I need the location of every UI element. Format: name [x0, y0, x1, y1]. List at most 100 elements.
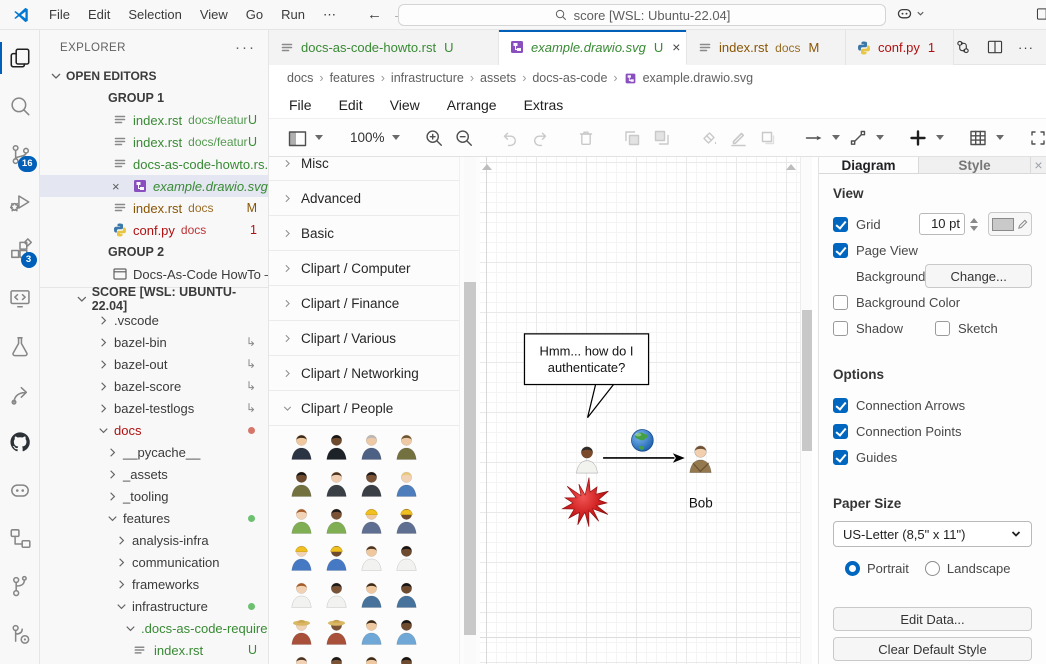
nurse-man-dark-shape[interactable]	[389, 617, 424, 645]
activity-live-share[interactable]	[0, 370, 40, 418]
businessman-olive-dark-shape[interactable]	[284, 469, 319, 497]
tab-docs-as-code-howto[interactable]: docs-as-code-howto.rst U	[269, 30, 499, 65]
palette-section-advanced[interactable]: Advanced	[269, 181, 459, 216]
businessman-suit-dark-shape[interactable]	[319, 432, 354, 460]
open-editor-item[interactable]: Docs-As-Code HowTo — Sc...	[40, 263, 268, 285]
bob-label[interactable]: Bob	[689, 496, 713, 511]
businesswoman-dark-shape[interactable]	[354, 469, 389, 497]
tree-item-docs[interactable]: docs	[40, 419, 268, 441]
tree-item--tooling[interactable]: _tooling	[40, 485, 268, 507]
menu-view[interactable]: View	[191, 4, 237, 26]
waypoint-style-icon[interactable]	[848, 128, 868, 148]
tree-item-bazel-bin[interactable]: bazel-bin↳	[40, 331, 268, 353]
tree-item-features[interactable]: features	[40, 507, 268, 529]
grid-color-button[interactable]	[988, 212, 1032, 236]
woman-green-light-shape[interactable]	[284, 506, 319, 534]
drawio-menu-view[interactable]: View	[390, 97, 420, 113]
undo-icon[interactable]	[500, 128, 520, 148]
activity-run-debug[interactable]	[0, 178, 40, 226]
zoom-out-icon[interactable]	[454, 128, 474, 148]
tab-style[interactable]: Style	[919, 157, 1031, 173]
grid-size-input[interactable]: 10 pt	[919, 213, 965, 235]
insert-caret-icon[interactable]	[936, 135, 944, 140]
shadow-icon[interactable]	[758, 128, 778, 148]
nurse-woman-dark-shape[interactable]	[319, 654, 354, 664]
palette-scrollbar[interactable]	[459, 157, 480, 664]
open-editor-item[interactable]: index.rstdocs/features/i...U	[40, 131, 268, 153]
menu-file[interactable]: File	[40, 4, 79, 26]
activity-source-control[interactable]: 16	[0, 130, 40, 178]
breadcrumb-item[interactable]: features	[330, 71, 375, 85]
farmer-dark-shape[interactable]	[319, 617, 354, 645]
zoom-level[interactable]: 100%	[350, 130, 385, 145]
tree-item-bazel-score[interactable]: bazel-score↳	[40, 375, 268, 397]
tab-diagram[interactable]: Diagram	[819, 157, 919, 173]
paper-size-select[interactable]: US-Letter (8,5" x 11")	[833, 521, 1032, 547]
activity-testing[interactable]	[0, 322, 40, 370]
zoom-in-icon[interactable]	[424, 128, 444, 148]
scrubs-man-light-shape[interactable]	[354, 580, 389, 608]
connection-arrow[interactable]	[603, 453, 685, 463]
businessman-gray-hair-shape[interactable]	[354, 432, 389, 460]
diagram-canvas[interactable]: Hmm... how do I authenticate?	[480, 157, 812, 664]
fullscreen-icon[interactable]	[1028, 128, 1046, 148]
activity-github[interactable]	[0, 418, 40, 466]
breadcrumb-item[interactable]: docs	[287, 71, 313, 85]
tree-item-communication[interactable]: communication	[40, 551, 268, 573]
businessman-olive-light-shape[interactable]	[389, 432, 424, 460]
landscape-radio[interactable]	[925, 561, 940, 576]
activity-search[interactable]	[0, 82, 40, 130]
palette-section-clipart-various[interactable]: Clipart / Various	[269, 321, 459, 356]
breadcrumb-item[interactable]: example.drawio.svg	[643, 71, 753, 85]
connection-points-checkbox[interactable]	[833, 424, 848, 439]
table-caret-icon[interactable]	[996, 135, 1004, 140]
tree-item-index-rst[interactable]: index.rstU	[40, 639, 268, 661]
activity-extensions[interactable]: 3	[0, 226, 40, 274]
copilot-menu[interactable]	[895, 4, 925, 23]
page-view-checkbox[interactable]	[833, 243, 848, 258]
close-icon[interactable]: ×	[112, 179, 128, 194]
activity-drawio-hierarchy[interactable]	[0, 514, 40, 562]
background-color-checkbox[interactable]	[833, 295, 848, 310]
doctor-woman-dark-shape[interactable]	[319, 580, 354, 608]
grid-checkbox[interactable]	[833, 217, 848, 232]
suit-man-light-shape[interactable]	[354, 654, 389, 664]
open-editor-item[interactable]: docs-as-code-howto.rs...U	[40, 153, 268, 175]
globe-shape[interactable]	[632, 430, 654, 452]
open-editor-item[interactable]: index.rstdocs/features/i...U	[40, 109, 268, 131]
connection-arrow-icon[interactable]	[804, 128, 824, 148]
delete-icon[interactable]	[576, 128, 596, 148]
tree-item-frameworks[interactable]: frameworks	[40, 573, 268, 595]
palette-section-misc[interactable]: Misc	[269, 157, 459, 181]
sidebar-more-actions[interactable]: ···	[235, 39, 256, 56]
construction-woman-light-shape[interactable]	[284, 543, 319, 571]
menu-run[interactable]: Run	[272, 4, 314, 26]
starburst-shape[interactable]	[562, 478, 608, 527]
tree-item--assets[interactable]: _assets	[40, 463, 268, 485]
breadcrumb-item[interactable]: infrastructure	[391, 71, 464, 85]
doctor-man-light-shape[interactable]	[354, 543, 389, 571]
open-editor-item[interactable]: ×example.drawio.svgdoc...U	[40, 175, 268, 197]
speech-bubble[interactable]: Hmm... how do I authenticate?	[524, 334, 648, 418]
palette-section-clipart-networking[interactable]: Clipart / Networking	[269, 356, 459, 391]
activity-git-graph[interactable]	[0, 562, 40, 610]
tree-item--pycache-[interactable]: __pycache__	[40, 441, 268, 463]
menu-edit[interactable]: Edit	[79, 4, 119, 26]
line-color-icon[interactable]	[728, 128, 748, 148]
layout-panel-icon[interactable]	[1036, 6, 1046, 22]
nurse-woman-light-shape[interactable]	[284, 654, 319, 664]
split-editor-icon[interactable]	[986, 38, 1004, 56]
guides-checkbox[interactable]	[833, 450, 848, 465]
drawio-menu-edit[interactable]: Edit	[339, 97, 363, 113]
table-icon[interactable]	[968, 128, 988, 148]
businesswoman-light-shape[interactable]	[319, 469, 354, 497]
grid-size-stepper[interactable]	[967, 218, 980, 231]
command-center-search[interactable]: score [WSL: Ubuntu-22.04]	[398, 4, 886, 26]
clear-default-style-button[interactable]: Clear Default Style	[833, 637, 1032, 661]
scrubs-man-dark-shape[interactable]	[389, 580, 424, 608]
tab-conf-py[interactable]: conf.py 1	[846, 30, 954, 65]
tree-item-infrastructure[interactable]: infrastructure	[40, 595, 268, 617]
palette-section-clipart-finance[interactable]: Clipart / Finance	[269, 286, 459, 321]
drawio-menu-arrange[interactable]: Arrange	[447, 97, 497, 113]
dropdown-caret-icon[interactable]	[315, 135, 323, 140]
